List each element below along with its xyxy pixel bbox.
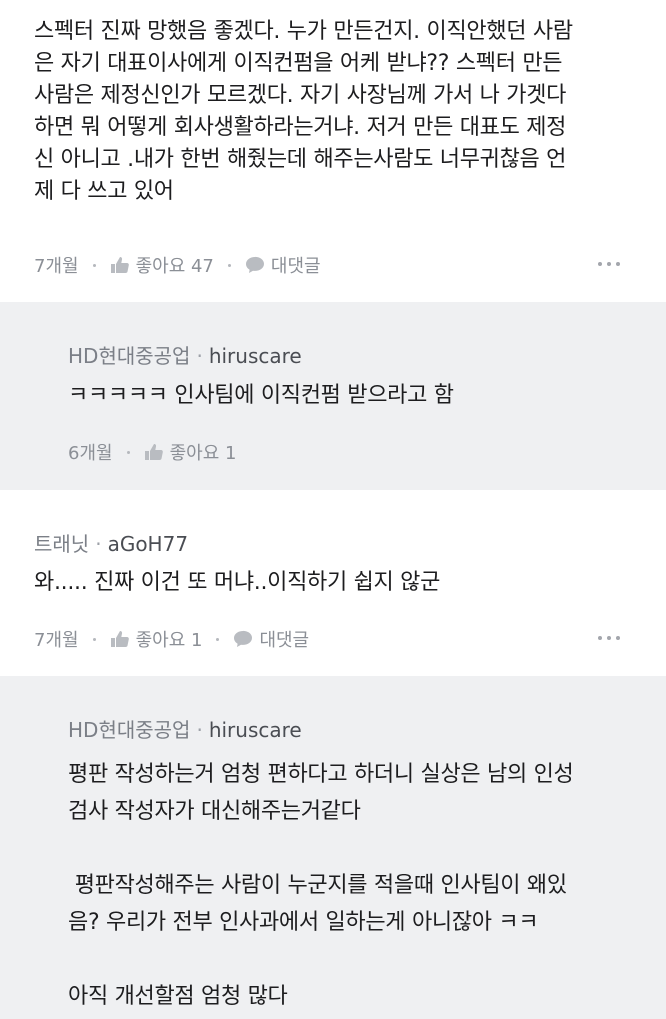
separator-dot: [216, 637, 220, 641]
comment-time: 6개월: [68, 443, 113, 464]
comment-line: 스펙터 진짜 망했음 좋겠다. 누가 만든건지. 이직안했던 사람: [34, 19, 573, 44]
comment-line: [68, 830, 573, 867]
author-username: hiruscare: [208, 344, 302, 368]
comment-author: 트래닛 · aGoH77: [34, 532, 189, 556]
author-company: HD현대중공업: [68, 344, 191, 368]
comment-line: 하면 뭐 어떻게 회사생활하라는거냐. 저거 만든 대표도 제정: [34, 115, 567, 140]
like-label: 좋아요 47: [135, 256, 214, 277]
comment-body: 스펙터 진짜 망했음 좋겠다. 누가 만든건지. 이직안했던 사람 은 자기 대…: [34, 16, 573, 208]
like-button[interactable]: 좋아요 47: [110, 252, 214, 278]
comment-body: 와..... 진짜 이건 또 머냐..이직하기 쉽지 않군: [34, 567, 440, 599]
comment-body: ㅋㅋㅋㅋㅋ 인사팀에 이직컨펌 받으라고 함: [68, 380, 454, 412]
more-horizontal-icon[interactable]: [598, 636, 620, 640]
comment-line: 제 다 쓰고 있어: [34, 179, 174, 204]
author-username: hiruscare: [208, 718, 302, 742]
comment-2: 트래닛 · aGoH77 와..... 진짜 이건 또 머냐..이직하기 쉽지 않군…: [0, 490, 666, 676]
reply-1: HD현대중공업 · hiruscare ㅋㅋㅋㅋㅋ 인사팀에 이직컨펌 받으라고 함…: [0, 302, 666, 490]
comment-line: 평판작성해주는 사람이 누군지를 적을때 인사팀이 왜있: [68, 873, 567, 898]
like-label: 좋아요 1: [135, 630, 203, 651]
comment-line: 신 아니고 .내가 한번 해줬는데 해주는사람도 너무귀찮음 언: [34, 147, 567, 172]
comment-line: 음? 우리가 전부 인사과에서 일하는게 아니잖아 ㅋㅋ: [68, 910, 539, 935]
separator-dot: [92, 263, 96, 267]
reply-button[interactable]: 대댓글: [233, 626, 309, 652]
author-company: 트래닛: [34, 532, 90, 556]
comment-line: 검사 작성자가 대신해주는거같다: [68, 799, 361, 824]
thumbs-up-icon: [110, 631, 129, 647]
comment-line: 아직 개선할점 엄청 많다: [68, 984, 288, 1009]
comment-line: [68, 941, 573, 978]
author-company: HD현대중공업: [68, 718, 191, 742]
reply-2: HD현대중공업 · hiruscare 평판 작성하는거 엄청 편하다고 하더니 실…: [0, 676, 666, 1019]
like-button[interactable]: 좋아요 1: [144, 439, 237, 465]
reply-author: HD현대중공업 · hiruscare: [68, 344, 302, 368]
reply-label: 대댓글: [259, 630, 310, 651]
comment-time: 7개월: [34, 256, 79, 277]
comment-1: 스펙터 진짜 망했음 좋겠다. 누가 만든건지. 이직안했던 사람 은 자기 대…: [0, 0, 666, 302]
comment-body: 평판 작성하는거 엄청 편하다고 하더니 실상은 남의 인성 검사 작성자가 대…: [68, 756, 574, 1015]
reply-author: HD현대중공업 · hiruscare: [68, 718, 302, 742]
reply-button[interactable]: 대댓글: [245, 252, 321, 278]
reply-label: 대댓글: [270, 256, 321, 277]
separator-dot: [92, 637, 96, 641]
comment-actions: 6개월 좋아요 1: [68, 439, 236, 465]
comment-line: 은 자기 대표이사에게 이직컨펌을 어케 받냐?? 스펙터 만든: [34, 51, 563, 76]
comment-line: 사람은 제정신인가 모르겠다. 자기 사장님께 가서 나 가겟다: [34, 83, 567, 108]
speech-bubble-icon: [245, 256, 264, 273]
thumbs-up-icon: [144, 444, 163, 460]
more-horizontal-icon[interactable]: [598, 262, 620, 266]
comment-actions: 7개월 좋아요 47 대댓글: [34, 252, 321, 278]
comment-time: 7개월: [34, 630, 79, 651]
comment-line: 와..... 진짜 이건 또 머냐..이직하기 쉽지 않군: [34, 570, 441, 595]
comment-line: 평판 작성하는거 엄청 편하다고 하더니 실상은 남의 인성: [68, 762, 574, 787]
thumbs-up-icon: [110, 257, 129, 273]
separator-dot: [126, 450, 130, 454]
like-button[interactable]: 좋아요 1: [110, 626, 203, 652]
speech-bubble-icon: [234, 630, 253, 647]
author-username: aGoH77: [107, 532, 189, 556]
comment-line: ㅋㅋㅋㅋㅋ 인사팀에 이직컨펌 받으라고 함: [68, 383, 454, 408]
comment-actions: 7개월 좋아요 1 대댓글: [34, 626, 309, 652]
separator-dot: [227, 263, 231, 267]
like-label: 좋아요 1: [169, 443, 237, 464]
